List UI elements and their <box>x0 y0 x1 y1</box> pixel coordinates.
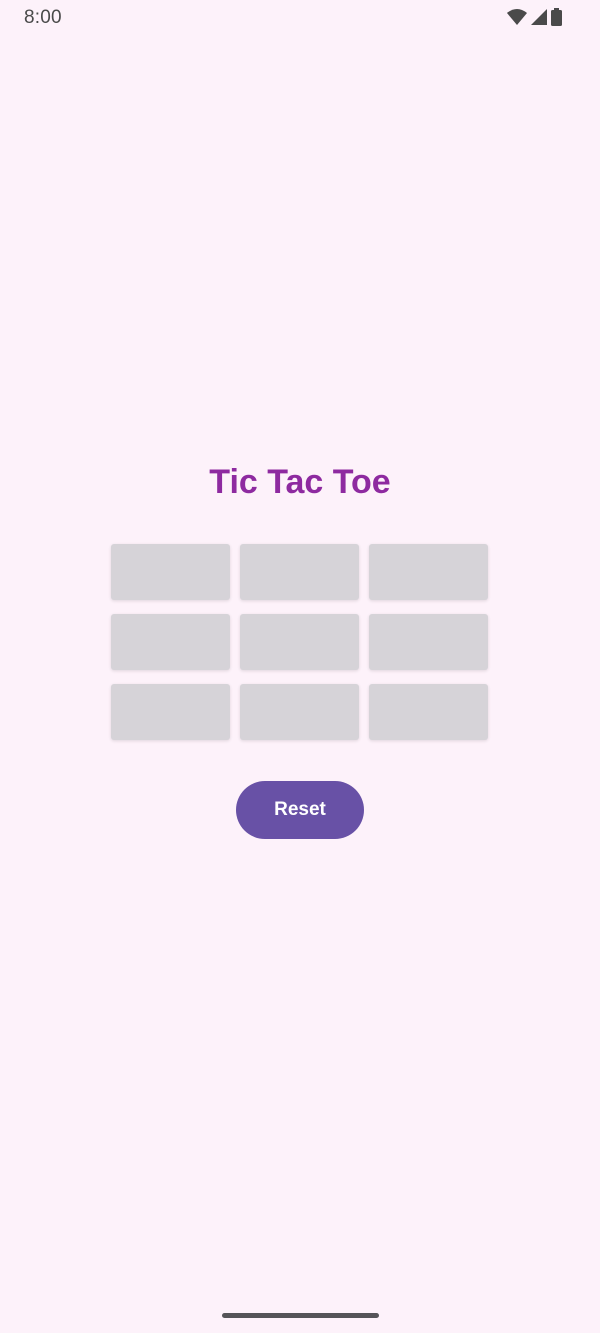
navigation-handle[interactable] <box>222 1313 379 1318</box>
board-cell-8[interactable] <box>240 684 359 740</box>
game-title: Tic Tac Toe <box>209 463 391 501</box>
battery-icon <box>551 8 562 31</box>
board-cell-6[interactable] <box>369 614 488 670</box>
status-time: 8:00 <box>24 7 62 28</box>
board-cell-9[interactable] <box>369 684 488 740</box>
board-cell-3[interactable] <box>369 544 488 600</box>
status-bar: 8:00 <box>0 0 600 36</box>
cellular-signal-icon <box>531 9 547 30</box>
board-cell-4[interactable] <box>111 614 230 670</box>
board-cell-1[interactable] <box>111 544 230 600</box>
board-cell-5[interactable] <box>240 614 359 670</box>
board-cell-7[interactable] <box>111 684 230 740</box>
status-icons <box>507 8 562 31</box>
game-board <box>111 544 488 740</box>
wifi-icon <box>507 9 527 30</box>
reset-button[interactable]: Reset <box>236 781 364 839</box>
board-cell-2[interactable] <box>240 544 359 600</box>
